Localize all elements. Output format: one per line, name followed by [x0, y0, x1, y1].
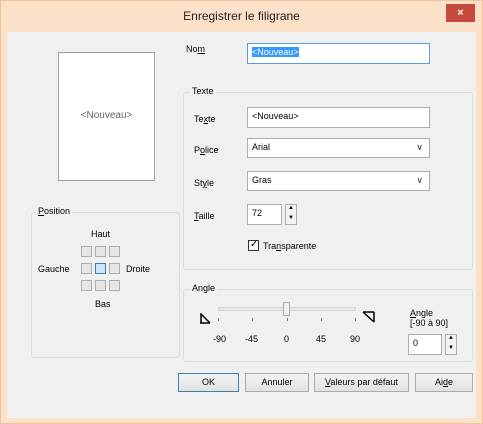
spin-up-icon[interactable]: ▲ — [446, 335, 456, 345]
angle-input[interactable]: 0 — [408, 334, 442, 355]
position-bottom-label: Bas — [95, 299, 111, 309]
position-cell-middle-right[interactable] — [109, 263, 120, 274]
transparent-checkbox[interactable]: ✓ — [248, 239, 259, 251]
preview-text: <Nouveau> — [80, 110, 133, 121]
position-cell-middle-left[interactable] — [81, 263, 92, 274]
style-select-value: Gras — [252, 175, 272, 185]
dialog-body: <Nouveau> Nom <Nouveau> Texte Texte <Nou… — [7, 32, 476, 418]
text-label-post: te — [208, 114, 216, 124]
angle-tick-label: -90 — [213, 334, 227, 344]
text-input[interactable]: <Nouveau> — [247, 107, 430, 128]
tick-mark — [287, 318, 288, 321]
position-cell-top-left[interactable] — [81, 246, 92, 257]
angle-tick-marks — [218, 318, 356, 322]
text-label: Texte — [194, 114, 216, 124]
defaults-button[interactable]: Valeurs par défaut — [314, 373, 409, 392]
tick-mark — [252, 318, 253, 321]
angle-value-label: Angle — [410, 308, 433, 318]
spin-up-icon[interactable]: ▲ — [286, 205, 296, 215]
angle-spinner[interactable]: ▲ ▼ — [445, 334, 457, 355]
window-title: Enregistrer le filigrane — [183, 9, 300, 23]
tick-mark — [321, 318, 322, 321]
position-cell-top-right[interactable] — [109, 246, 120, 257]
preview-page: <Nouveau> — [58, 52, 155, 181]
position-cell-bottom-right[interactable] — [109, 280, 120, 291]
size-label: Taille — [194, 211, 215, 221]
position-cell-center[interactable] — [95, 263, 106, 274]
angle-tick-label: 90 — [350, 334, 361, 344]
spin-down-icon[interactable]: ▼ — [286, 215, 296, 225]
style-label-pre: St — [194, 178, 203, 188]
chevron-down-icon: ∨ — [416, 175, 423, 185]
help-label-post: e — [448, 377, 454, 387]
style-label: Style — [194, 178, 214, 188]
size-label-post: aille — [198, 211, 215, 221]
transparent-label-pre: Tra — [263, 241, 277, 251]
angle-label-post: ngle — [416, 308, 434, 318]
tick-mark — [218, 318, 219, 321]
angle-right-icon — [362, 311, 375, 323]
text-input-value: <Nouveau> — [252, 111, 299, 121]
angle-slider-thumb[interactable] — [283, 302, 290, 316]
title-bar[interactable]: Enregistrer le filigrane × — [1, 1, 482, 32]
position-cell-bottom-left[interactable] — [81, 280, 92, 291]
angle-tick-label: 45 — [316, 334, 327, 344]
position-top-label: Haut — [91, 229, 111, 239]
angle-input-value: 0 — [413, 338, 419, 348]
name-label-accel: m — [197, 44, 206, 54]
close-button[interactable]: × — [446, 4, 475, 22]
name-input[interactable]: <Nouveau> — [247, 43, 430, 64]
size-input[interactable]: 72 — [247, 204, 282, 225]
name-input-value: <Nouveau> — [252, 47, 299, 57]
font-label-post: lice — [205, 145, 219, 155]
name-label-text: No — [186, 44, 198, 54]
position-cell-top-center[interactable] — [95, 246, 106, 257]
position-right-label: Droite — [126, 264, 151, 274]
help-label-pre: Ai — [434, 377, 443, 387]
ok-button[interactable]: OK — [178, 373, 239, 392]
font-label: Police — [194, 145, 219, 155]
angle-tick-label: 0 — [284, 334, 290, 344]
angle-left-icon — [200, 313, 211, 324]
position-cell-bottom-center[interactable] — [95, 280, 106, 291]
text-label-pre: Te — [194, 114, 204, 124]
name-label: Nom — [186, 44, 205, 54]
angle-range-label: [-90 à 90] — [410, 318, 449, 328]
position-group-title: Position — [36, 206, 73, 216]
style-select[interactable]: Gras ∨ — [247, 171, 430, 191]
spin-down-icon[interactable]: ▼ — [446, 345, 456, 355]
position-left-label: Gauche — [38, 264, 70, 274]
style-label-post: le — [207, 178, 215, 188]
tick-mark — [355, 318, 356, 321]
dialog-window: Enregistrer le filigrane × <Nouveau> Nom… — [0, 0, 483, 424]
angle-group-title: Angle — [190, 283, 218, 293]
cancel-button[interactable]: Annuler — [245, 373, 309, 392]
text-group-title: Texte — [190, 86, 216, 96]
help-button[interactable]: Aide — [415, 373, 473, 392]
defaults-label-post: aleurs par défaut — [330, 377, 398, 387]
chevron-down-icon: ∨ — [416, 142, 423, 152]
size-spinner[interactable]: ▲ ▼ — [285, 204, 297, 225]
check-icon: ✓ — [250, 239, 259, 250]
size-input-value: 72 — [252, 208, 263, 218]
transparent-label-post: sparente — [281, 241, 317, 251]
font-select[interactable]: Arial ∨ — [247, 138, 430, 158]
angle-tick-label: -45 — [245, 334, 259, 344]
transparent-label[interactable]: Transparente — [263, 241, 316, 251]
position-title-post: osition — [44, 206, 71, 216]
font-select-value: Arial — [252, 142, 271, 152]
